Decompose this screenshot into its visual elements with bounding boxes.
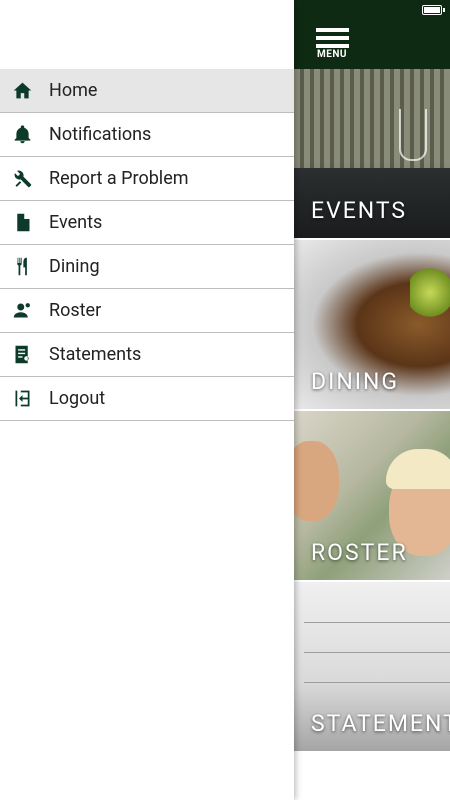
tile-dining[interactable]: DINING xyxy=(294,240,450,409)
statements-image xyxy=(304,652,450,653)
hamburger-line-icon xyxy=(315,44,349,48)
tile-label: STATEMENTS xyxy=(311,710,450,737)
home-icon xyxy=(10,79,34,103)
drawer-header xyxy=(0,0,294,69)
drawer-item-label: Notifications xyxy=(49,124,152,145)
logout-icon xyxy=(10,387,34,411)
drawer-item-label: Dining xyxy=(49,256,100,277)
utensils-icon xyxy=(10,255,34,279)
drawer-item-report-problem[interactable]: Report a Problem xyxy=(0,157,294,201)
dining-image xyxy=(410,265,450,320)
tile-label: EVENTS xyxy=(311,197,408,224)
statements-image xyxy=(304,622,450,623)
statement-icon xyxy=(10,343,34,367)
drawer-item-events[interactable]: Events xyxy=(0,201,294,245)
drawer-item-roster[interactable]: Roster xyxy=(0,289,294,333)
drawer-item-notifications[interactable]: Notifications xyxy=(0,113,294,157)
menu-button[interactable]: MENU xyxy=(314,28,350,62)
roster-image xyxy=(386,449,450,489)
tile-events[interactable]: EVENTS xyxy=(294,69,450,238)
tile-roster[interactable]: ROSTER xyxy=(294,411,450,580)
wine-glass-icon xyxy=(399,109,427,161)
drawer-item-label: Roster xyxy=(49,300,102,321)
bell-icon xyxy=(10,123,34,147)
menu-label: MENU xyxy=(316,49,348,60)
person-icon xyxy=(10,299,34,323)
drawer-item-statements[interactable]: Statements xyxy=(0,333,294,377)
drawer-item-label: Events xyxy=(49,212,103,233)
hamburger-line-icon xyxy=(315,36,349,40)
hamburger-line-icon xyxy=(315,28,349,32)
drawer-item-home[interactable]: Home xyxy=(0,69,294,113)
drawer-item-logout[interactable]: Logout xyxy=(0,377,294,421)
document-icon xyxy=(10,211,34,235)
drawer-item-label: Home xyxy=(49,80,98,101)
navigation-drawer: Home Notifications Report a Problem Even… xyxy=(0,0,294,800)
drawer-item-label: Logout xyxy=(49,388,106,409)
statements-image xyxy=(304,682,450,683)
drawer-item-label: Statements xyxy=(49,344,142,365)
tile-label: ROSTER xyxy=(311,539,408,566)
drawer-item-dining[interactable]: Dining xyxy=(0,245,294,289)
drawer-menu: Home Notifications Report a Problem Even… xyxy=(0,69,294,421)
roster-image xyxy=(294,441,339,521)
battery-icon xyxy=(422,5,445,15)
top-bar: MENU xyxy=(294,0,450,69)
tile-statements[interactable]: STATEMENTS xyxy=(294,582,450,751)
main-content: MENU EVENTS DINING ROSTER STATEMENTS xyxy=(294,0,450,800)
tools-icon xyxy=(10,167,34,191)
tile-label: DINING xyxy=(311,368,400,395)
drawer-item-label: Report a Problem xyxy=(49,168,189,189)
